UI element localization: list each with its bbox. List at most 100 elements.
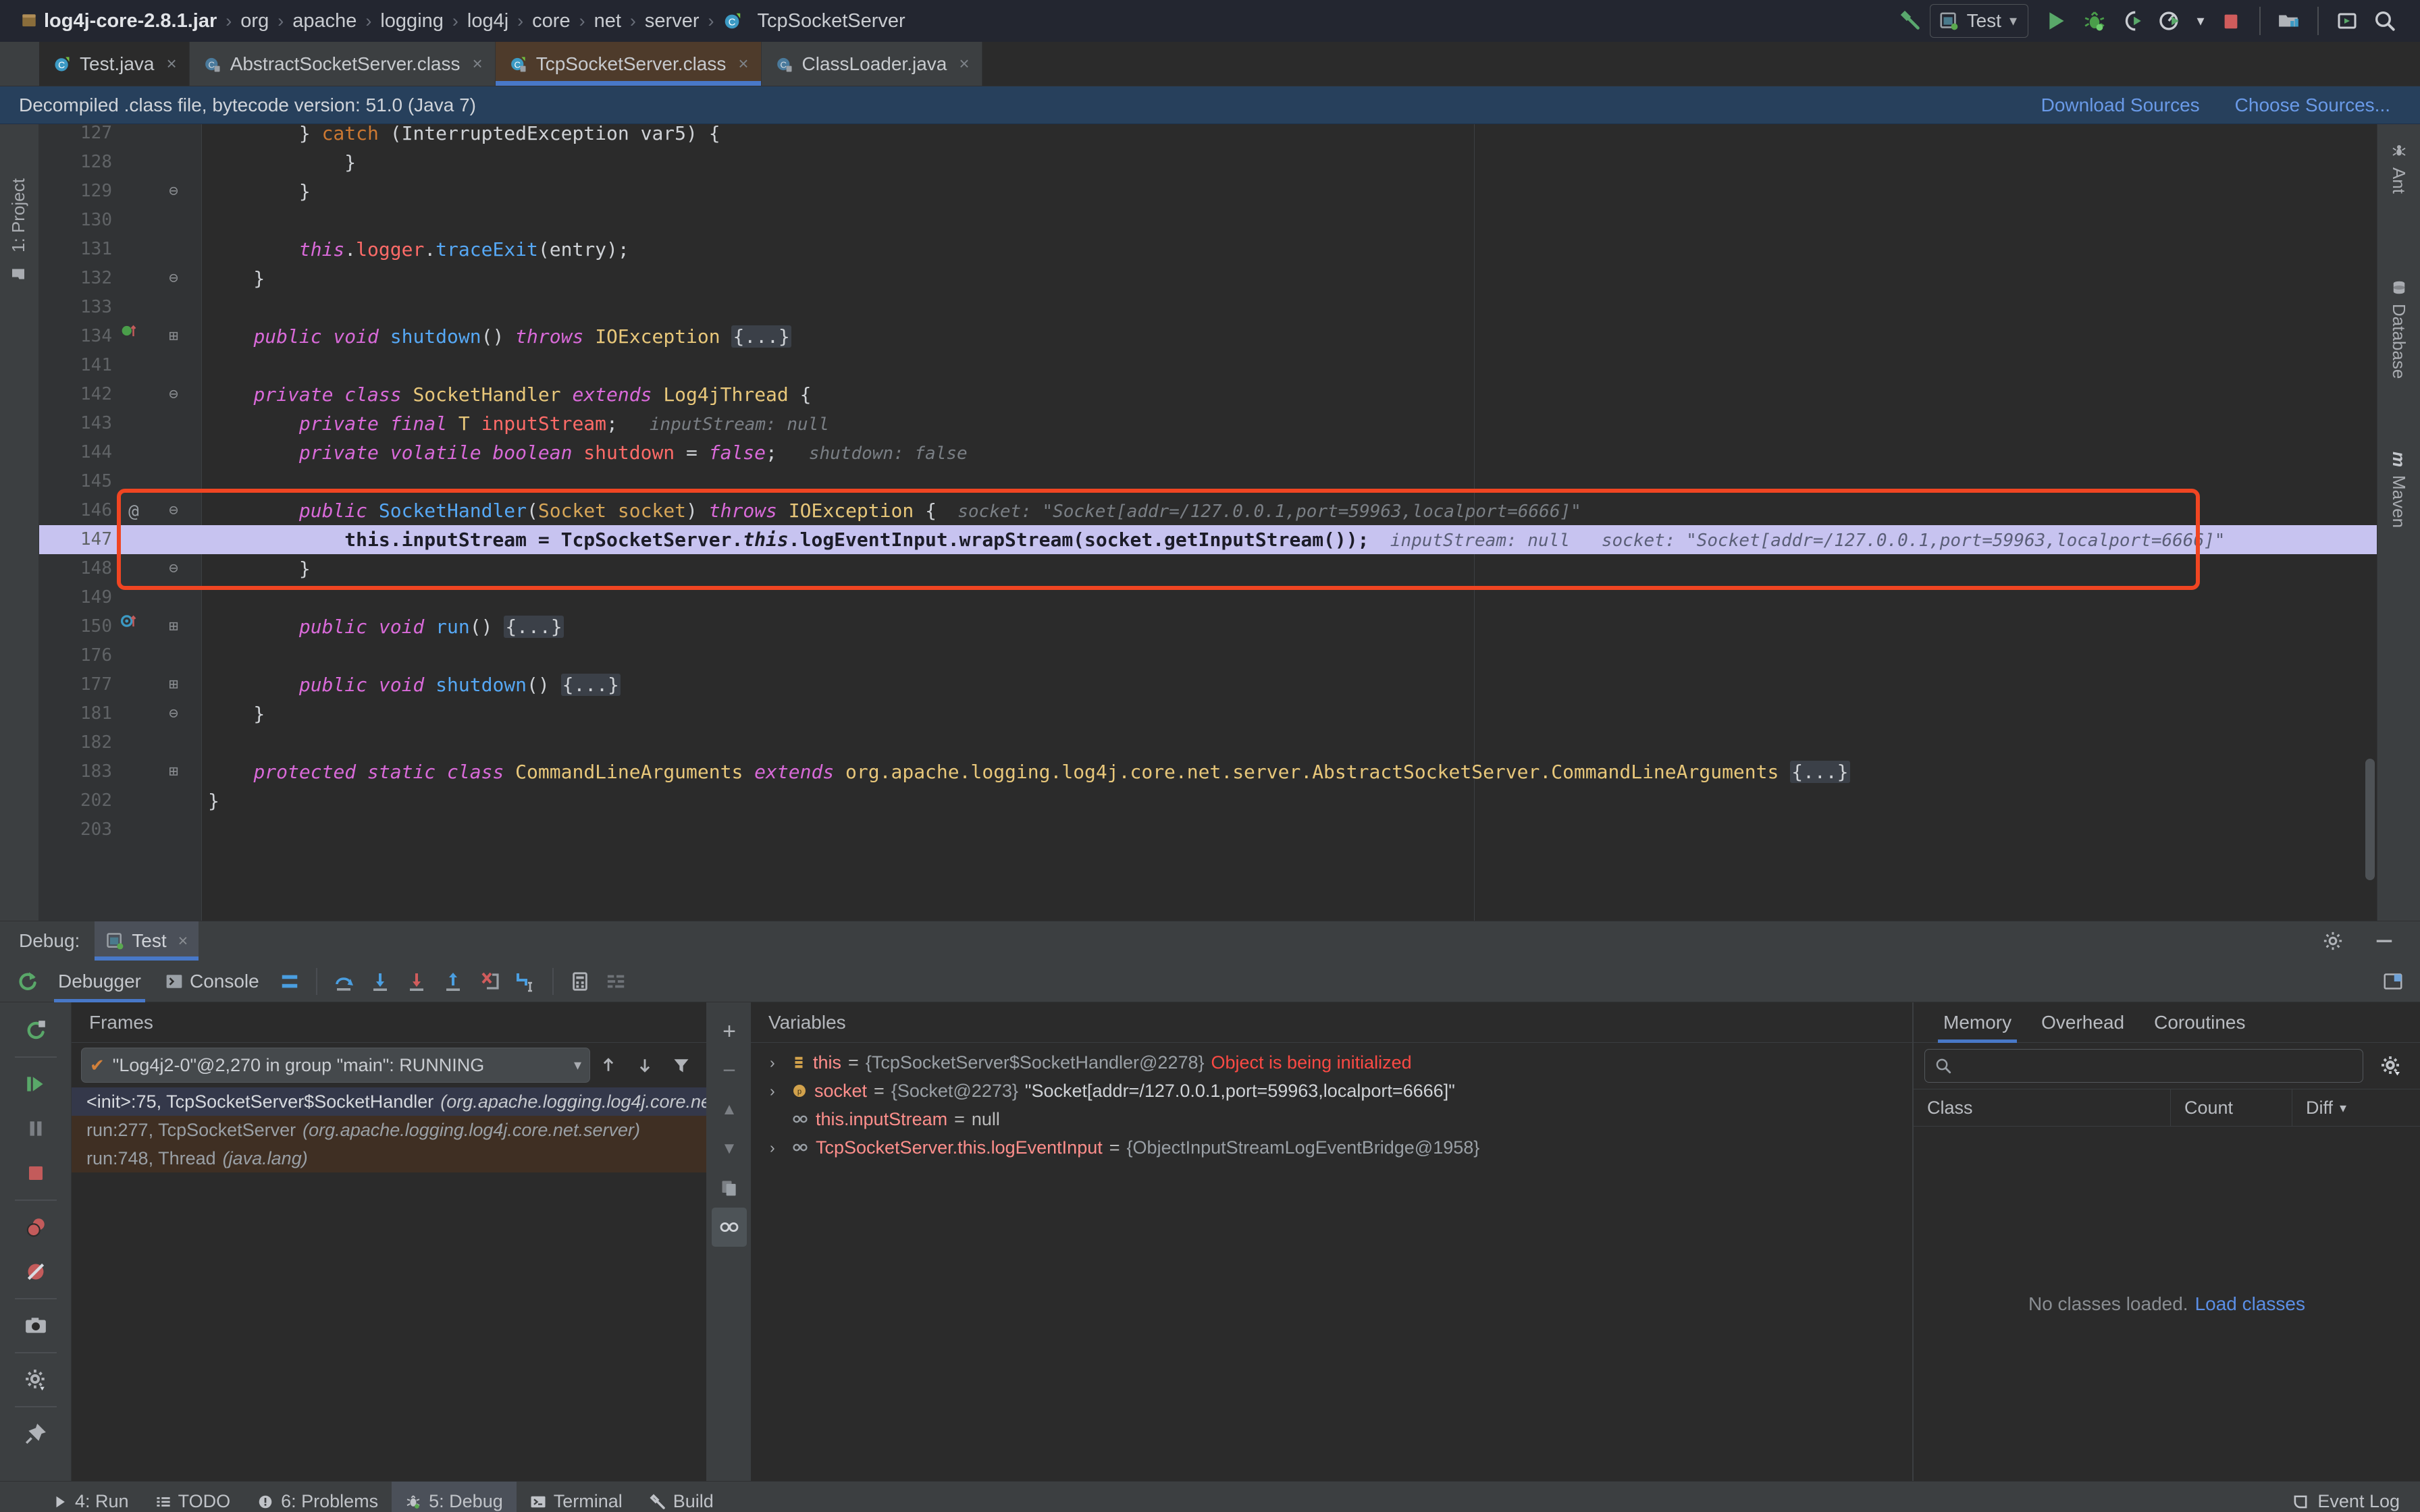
close-icon[interactable]: × xyxy=(738,53,748,74)
tab-coroutines[interactable]: Coroutines xyxy=(2139,1002,2260,1043)
force-step-into-button[interactable] xyxy=(398,963,435,1000)
toolwindow-todo[interactable]: TODO xyxy=(142,1482,244,1512)
frame-row[interactable]: run:748, Thread (java.lang) xyxy=(72,1144,706,1172)
at-icon[interactable]: @ xyxy=(120,496,147,525)
choose-sources-link[interactable]: Choose Sources... xyxy=(2235,94,2390,116)
variable-row-socket[interactable]: › p socket = {Socket@2273} "Socket[addr=… xyxy=(751,1077,1912,1105)
mute-breakpoints-button[interactable] xyxy=(11,1249,60,1294)
code-editor[interactable]: 127 } catch (InterruptedException var5) … xyxy=(39,124,2377,921)
show-execution-point-button[interactable] xyxy=(271,963,308,1000)
profile-button[interactable] xyxy=(2151,2,2189,40)
notifications-button[interactable] xyxy=(2328,2,2366,40)
code-folding-toggle[interactable]: ⊖ xyxy=(165,554,182,583)
frames-filter-button[interactable] xyxy=(663,1047,700,1083)
resume-program-button[interactable] xyxy=(11,1062,60,1106)
code-folding-toggle[interactable]: ⊖ xyxy=(165,380,182,409)
pause-program-button[interactable] xyxy=(11,1106,60,1151)
breadcrumb-item-org[interactable]: org xyxy=(232,10,278,32)
move-down-button[interactable]: ▼ xyxy=(712,1129,747,1168)
breadcrumb-item-apache[interactable]: apache xyxy=(284,10,365,32)
code-line[interactable]: this.inputStream = TcpSocketServer.this.… xyxy=(208,525,2225,554)
remove-watch-button[interactable]: − xyxy=(712,1051,747,1090)
breadcrumb-item-core[interactable]: core xyxy=(523,10,579,32)
editor-tab-abstractsocketserver-class[interactable]: C AbstractSocketServer.class × xyxy=(189,42,496,86)
step-into-button[interactable] xyxy=(362,963,398,1000)
code-line[interactable]: public void shutdown() {...} xyxy=(208,670,621,699)
pin-icon[interactable] xyxy=(11,1411,60,1456)
debug-button[interactable] xyxy=(2076,2,2113,40)
column-class[interactable]: Class xyxy=(1914,1098,2170,1118)
run-button[interactable] xyxy=(2038,2,2076,40)
code-folding-toggle[interactable]: ⊞ xyxy=(165,612,182,641)
toolwindow-terminal[interactable]: Terminal xyxy=(517,1482,636,1512)
toolwindow-build[interactable]: Build xyxy=(636,1482,727,1512)
tab-memory[interactable]: Memory xyxy=(1928,1002,2026,1043)
code-line[interactable]: this.logger.traceExit(entry); xyxy=(208,235,629,264)
build-hammer-icon[interactable] xyxy=(1892,2,1930,40)
editor-tab-classloader-java[interactable]: C ClassLoader.java × xyxy=(761,42,982,86)
frame-row[interactable]: <init>:75, TcpSocketServer$SocketHandler… xyxy=(72,1087,706,1116)
toolwindow-run[interactable]: 4: Run xyxy=(39,1482,142,1512)
project-structure-button[interactable] xyxy=(2270,2,2308,40)
view-breakpoints-button[interactable] xyxy=(11,1205,60,1249)
variable-row-logeventinput[interactable]: › TcpSocketServer.this.logEventInput = {… xyxy=(751,1133,1912,1162)
step-over-button[interactable] xyxy=(325,963,362,1000)
rerun-icon[interactable] xyxy=(9,963,46,1000)
hide-window-icon[interactable] xyxy=(2366,923,2402,959)
code-line[interactable]: } catch (InterruptedException var5) { xyxy=(208,124,720,148)
toolwindow-debug[interactable]: 5: Debug xyxy=(392,1481,517,1512)
code-folding-toggle[interactable]: ⊖ xyxy=(165,264,182,293)
code-line[interactable]: } xyxy=(208,148,356,177)
camera-icon[interactable] xyxy=(11,1303,60,1348)
gear-icon[interactable] xyxy=(2315,923,2351,959)
override-icon[interactable] xyxy=(120,322,147,351)
toolwindow-problems[interactable]: 6: Problems xyxy=(244,1482,392,1512)
breadcrumb-item-class[interactable]: TcpSocketServer xyxy=(749,10,914,32)
run-with-coverage-button[interactable] xyxy=(2113,2,2151,40)
code-line[interactable]: public void run() {...} xyxy=(208,612,564,641)
editor-tab-test-java[interactable]: C Test.java × xyxy=(39,42,190,86)
close-icon[interactable]: × xyxy=(178,932,188,951)
threads-icon[interactable] xyxy=(598,963,635,1000)
add-watch-button[interactable]: + xyxy=(712,1012,747,1051)
copy-value-button[interactable] xyxy=(712,1168,747,1208)
drop-frame-button[interactable] xyxy=(471,963,508,1000)
code-line[interactable]: private class SocketHandler extends Log4… xyxy=(208,380,811,409)
breadcrumb-item-logging[interactable]: logging xyxy=(371,10,452,32)
tab-console[interactable]: Console xyxy=(153,961,271,1002)
layout-settings-icon[interactable] xyxy=(2384,963,2420,1000)
code-folding-toggle[interactable]: ⊞ xyxy=(165,757,182,786)
expand-arrow-icon[interactable]: › xyxy=(770,1139,785,1157)
breadcrumb-item-server[interactable]: server xyxy=(636,10,708,32)
variable-row-inputstream[interactable]: this.inputStream = null xyxy=(751,1105,1912,1133)
load-classes-link[interactable]: Load classes xyxy=(2195,1293,2305,1315)
watches-button[interactable] xyxy=(712,1208,747,1247)
breadcrumb-item-net[interactable]: net xyxy=(585,10,630,32)
tab-overhead[interactable]: Overhead xyxy=(2026,1002,2139,1043)
code-folding-toggle[interactable]: ⊖ xyxy=(165,699,182,728)
editor-scrollbar-thumb[interactable] xyxy=(2365,759,2375,880)
close-icon[interactable]: × xyxy=(167,53,177,74)
code-folding-toggle[interactable]: ⊞ xyxy=(165,670,182,699)
debug-session-tab[interactable]: Test × xyxy=(95,921,199,961)
memory-search-input[interactable] xyxy=(1924,1049,2363,1083)
run-to-cursor-button[interactable] xyxy=(508,963,544,1000)
override-impl-icon[interactable] xyxy=(120,612,147,641)
sidebar-item-project[interactable]: 1: Project xyxy=(8,134,29,282)
sidebar-item-maven[interactable]: m Maven xyxy=(2388,452,2409,528)
code-line[interactable]: public void shutdown() throws IOExceptio… xyxy=(208,322,791,351)
frame-row[interactable]: run:277, TcpSocketServer (org.apache.log… xyxy=(72,1116,706,1144)
frames-up-button[interactable] xyxy=(590,1047,627,1083)
code-line[interactable]: } xyxy=(208,177,311,206)
run-configuration-selector[interactable]: Test ▾ xyxy=(1929,4,2028,38)
rerun-button[interactable] xyxy=(11,1008,60,1052)
code-folding-toggle[interactable]: ⊖ xyxy=(165,177,182,206)
column-count[interactable]: Count xyxy=(2170,1089,2292,1127)
code-line[interactable]: private volatile boolean shutdown = fals… xyxy=(208,438,968,467)
thread-selector[interactable]: ✔ "Log4j2-0"@2,270 in group "main": RUNN… xyxy=(81,1048,590,1083)
stop-button[interactable] xyxy=(2212,2,2250,40)
code-line[interactable]: protected static class CommandLineArgume… xyxy=(208,757,1850,786)
sidebar-item-database[interactable]: Database xyxy=(2388,279,2409,379)
code-line[interactable]: } xyxy=(208,554,311,583)
stop-button[interactable] xyxy=(11,1151,60,1195)
